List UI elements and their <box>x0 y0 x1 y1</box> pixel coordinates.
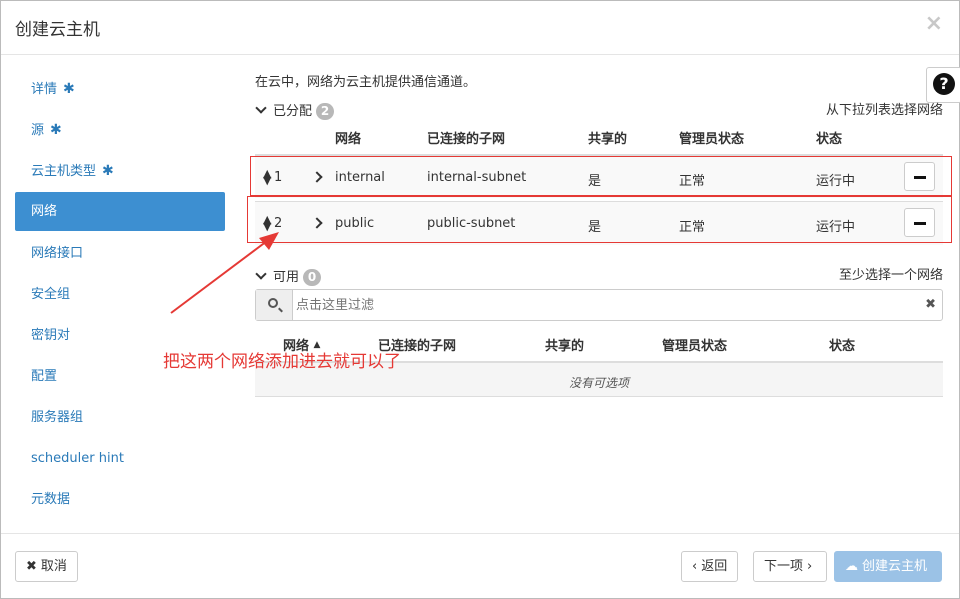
column-status: 状态 <box>816 132 843 147</box>
empty-message: 没有可选项 <box>568 376 629 390</box>
annotation-arrow <box>170 232 279 314</box>
chevron-down-icon <box>255 102 267 114</box>
column-subnets: 已连接的子网 <box>427 132 506 147</box>
sidebar-item-details[interactable]: 详情 ✱ <box>15 69 225 110</box>
create-instance-button[interactable]: ☁ 创建云主机 <box>834 551 942 582</box>
highlight-box <box>250 156 952 196</box>
highlight-box <box>247 196 952 243</box>
sidebar-item-label: 网络接口 <box>31 246 84 261</box>
create-label: 创建云主机 <box>862 559 928 574</box>
sidebar-item-label: 云主机类型 <box>31 164 97 179</box>
next-button[interactable]: 下一项 › <box>753 551 828 582</box>
sidebar-item-server-groups[interactable]: 服务器组 <box>15 397 225 438</box>
modal-footer: ✖ 取消 ‹ 返回 下一项 › ☁ 创建云主机 <box>1 533 959 599</box>
close-icon: ✖ <box>26 559 37 574</box>
sidebar-item-label: 服务器组 <box>31 410 84 425</box>
annotation-text: 把这两个网络添加进去就可以了 <box>163 352 401 372</box>
allocated-hint: 从下拉列表选择网络 <box>826 103 944 118</box>
back-label: 返回 <box>701 559 728 574</box>
sidebar-item-label: 安全组 <box>31 287 71 302</box>
close-icon[interactable]: × <box>925 11 943 36</box>
cancel-button[interactable]: ✖ 取消 <box>15 551 78 582</box>
sidebar-item-label: 源 <box>31 123 45 138</box>
modal-title: 创建云主机 <box>15 20 100 40</box>
chevron-left-icon: ‹ <box>692 559 698 574</box>
question-icon: ? <box>933 73 955 95</box>
required-icon: ✱ <box>102 163 114 179</box>
column-network: 网络 <box>335 132 362 147</box>
sidebar-item-label: 元数据 <box>31 492 71 507</box>
sidebar-item-label: 密钥对 <box>31 328 71 343</box>
cancel-label: 取消 <box>40 559 67 574</box>
clear-filter-icon[interactable]: ✖ <box>925 297 936 312</box>
sidebar-item-label: scheduler hint <box>31 451 124 466</box>
cloud-upload-icon: ☁ <box>845 559 858 574</box>
sidebar-item-source[interactable]: 源 ✱ <box>15 110 225 151</box>
allocated-label: 已分配 <box>273 104 313 119</box>
column-admin-state: 管理员状态 <box>679 132 745 147</box>
sidebar-item-label: 配置 <box>31 369 58 384</box>
next-label: 下一项 <box>764 559 804 574</box>
filter-bar: ✖ <box>255 289 943 321</box>
required-icon: ✱ <box>63 81 75 97</box>
sidebar-item-metadata[interactable]: 元数据 <box>15 479 225 520</box>
allocated-section-toggle[interactable]: 已分配 2 <box>255 100 335 120</box>
column-shared: 共享的 <box>588 132 628 147</box>
back-button[interactable]: ‹ 返回 <box>681 551 739 582</box>
sidebar-item-scheduler-hint[interactable]: scheduler hint <box>15 438 225 479</box>
column-shared: 共享的 <box>545 339 585 354</box>
sidebar-item-label: 网络 <box>31 204 58 219</box>
sidebar-item-flavor[interactable]: 云主机类型 ✱ <box>15 151 225 192</box>
modal-header: 创建云主机 × <box>1 1 959 55</box>
available-count-badge: 0 <box>303 269 322 286</box>
sidebar-item-label: 详情 <box>31 82 58 97</box>
column-status: 状态 <box>829 339 856 354</box>
intro-text: 在云中，网络为云主机提供通信通道。 <box>255 75 477 90</box>
allocated-count-badge: 2 <box>316 103 335 120</box>
help-button[interactable]: ? <box>926 67 960 103</box>
filter-input[interactable] <box>296 294 916 316</box>
available-hint: 至少选择一个网络 <box>839 268 944 283</box>
column-admin-state: 管理员状态 <box>662 339 728 354</box>
required-icon: ✱ <box>50 122 62 138</box>
chevron-right-icon: › <box>807 559 813 574</box>
create-instance-modal: 创建云主机 × 详情 ✱ 源 ✱ 云主机类型 ✱ 网络 网络接口 安全组 密钥对 配置… <box>0 0 960 599</box>
